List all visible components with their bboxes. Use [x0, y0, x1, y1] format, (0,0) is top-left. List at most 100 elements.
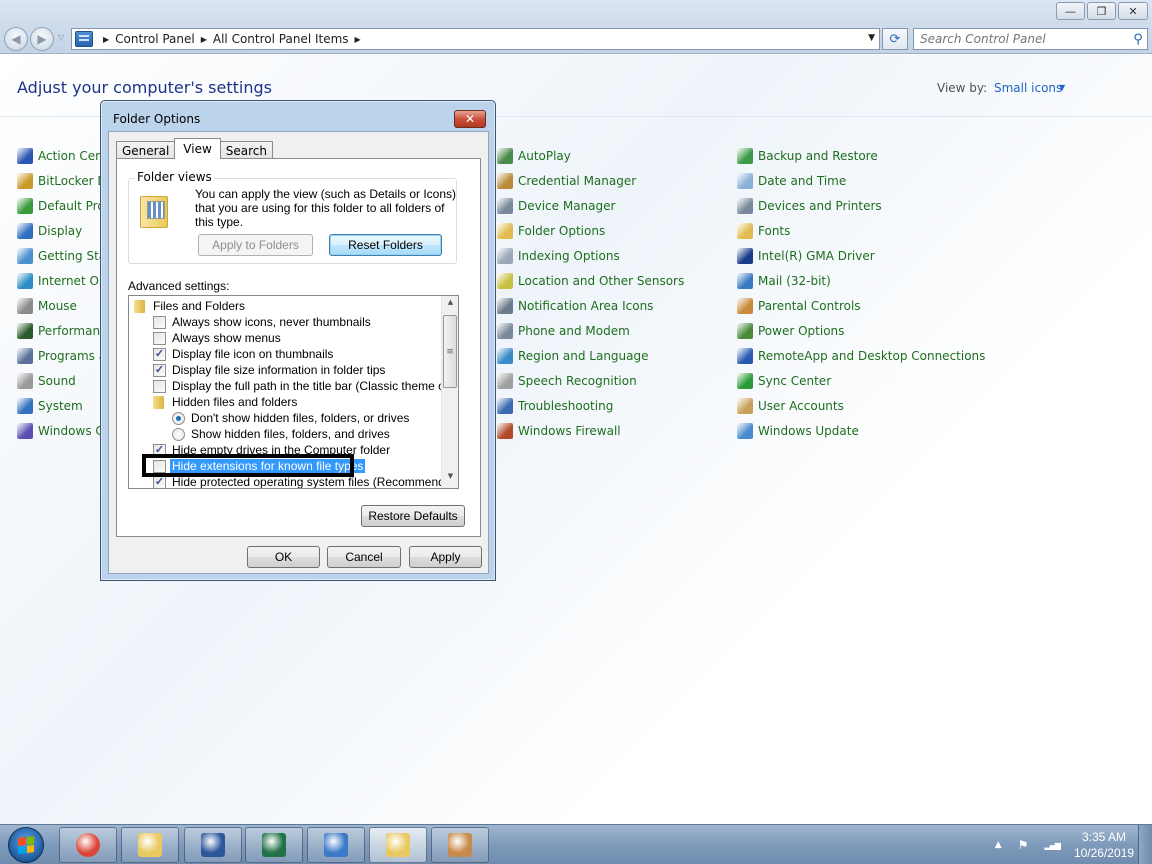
search-icon[interactable]: ⚲ — [1129, 32, 1147, 47]
checkbox-checked[interactable]: ✓ — [153, 475, 166, 488]
address-dropdown-icon[interactable]: ▼ — [868, 33, 875, 43]
checkbox-unchecked[interactable] — [153, 315, 166, 329]
breadcrumb-control-panel[interactable]: Control Panel — [115, 32, 195, 46]
checkbox-unchecked[interactable] — [153, 331, 166, 345]
apply-to-folders-button[interactable]: Apply to Folders — [198, 234, 313, 256]
checkbox-checked[interactable]: ✓ — [153, 363, 166, 377]
tree-item[interactable]: ✓ Display file icon on thumbnails — [153, 346, 333, 362]
taskbar-folder-options-button[interactable] — [369, 827, 427, 863]
recent-pages-button[interactable]: ▽ — [58, 33, 64, 42]
checkbox-unchecked[interactable] — [153, 459, 166, 473]
refresh-button[interactable]: ⟳ — [882, 28, 908, 50]
tree-item[interactable]: Show hidden files, folders, and drives — [172, 426, 390, 442]
control-panel-item[interactable]: Parental Controls — [737, 293, 985, 318]
tree-item[interactable]: Display the full path in the title bar (… — [153, 378, 458, 394]
breadcrumb-all-control-panel-items[interactable]: All Control Panel Items — [213, 32, 349, 46]
tab-search[interactable]: Search — [219, 141, 274, 159]
control-panel-item[interactable]: Troubleshooting — [497, 393, 684, 418]
breadcrumb-separator[interactable]: ▶ — [201, 35, 207, 44]
breadcrumb-separator[interactable]: ▶ — [103, 35, 109, 44]
tree-item[interactable]: ✓ Hide empty drives in the Computer folde… — [153, 442, 390, 458]
control-panel-item[interactable]: Region and Language — [497, 343, 684, 368]
control-panel-item[interactable]: Notification Area Icons — [497, 293, 684, 318]
taskbar-word-button[interactable] — [184, 827, 242, 863]
checkbox-unchecked[interactable] — [153, 379, 166, 393]
control-panel-item[interactable]: Devices and Printers — [737, 193, 985, 218]
control-panel-item[interactable]: Power Options — [737, 318, 985, 343]
control-panel-item[interactable]: Display — [17, 218, 100, 243]
control-panel-item[interactable]: Credential Manager — [497, 168, 684, 193]
ok-button[interactable]: OK — [247, 546, 320, 568]
tree-item[interactable]: ✓ Display file size information in folder… — [153, 362, 385, 378]
control-panel-item[interactable]: Default Programs — [17, 193, 100, 218]
radio-unselected[interactable] — [172, 427, 185, 441]
control-panel-item[interactable]: System — [17, 393, 100, 418]
checkbox-checked[interactable]: ✓ — [153, 347, 166, 361]
control-panel-item[interactable]: Phone and Modem — [497, 318, 684, 343]
vertical-scrollbar[interactable]: ▲ ≡ ▼ — [441, 296, 458, 488]
control-panel-item[interactable]: Indexing Options — [497, 243, 684, 268]
dialog-close-button[interactable]: ✕ — [454, 110, 486, 128]
taskbar-excel-button[interactable] — [245, 827, 303, 863]
scroll-up-icon[interactable]: ▲ — [442, 298, 458, 312]
control-panel-item[interactable]: Speech Recognition — [497, 368, 684, 393]
tree-item[interactable]: Don't show hidden files, folders, or dri… — [172, 410, 409, 426]
control-panel-item[interactable]: Intel(R) GMA Driver — [737, 243, 985, 268]
cancel-button[interactable]: Cancel — [327, 546, 401, 568]
checkbox-checked[interactable]: ✓ — [153, 443, 166, 457]
address-bar[interactable]: ▶ Control Panel ▶ All Control Panel Item… — [71, 28, 880, 50]
control-panel-item[interactable]: RemoteApp and Desktop Connections — [737, 343, 985, 368]
tab-view[interactable]: View — [174, 138, 221, 159]
tree-item[interactable]: Hide extensions for known file types — [153, 458, 366, 474]
chevron-down-icon[interactable]: ▼ — [1059, 83, 1065, 92]
control-panel-item[interactable]: Sound — [17, 368, 100, 393]
breadcrumb-separator[interactable]: ▶ — [355, 35, 361, 44]
control-panel-item[interactable]: Folder Options — [497, 218, 684, 243]
clock[interactable]: 3:35 AM 10/26/2019 — [1074, 829, 1134, 861]
control-panel-item[interactable]: Date and Time — [737, 168, 985, 193]
control-panel-item[interactable]: Programs and Features — [17, 343, 100, 368]
scroll-down-icon[interactable]: ▼ — [442, 472, 458, 486]
control-panel-item[interactable]: User Accounts — [737, 393, 985, 418]
control-panel-item[interactable]: Windows Update — [737, 418, 985, 443]
forward-button[interactable]: ▶ — [30, 27, 54, 51]
control-panel-item[interactable]: Getting Started — [17, 243, 100, 268]
network-signal-icon[interactable]: ▂▄▆ — [1044, 841, 1061, 850]
scrollbar-thumb[interactable]: ≡ — [443, 315, 457, 388]
control-panel-item[interactable]: Fonts — [737, 218, 985, 243]
view-by-dropdown[interactable]: Small icons — [994, 81, 1062, 95]
taskbar-windows-explorer-button[interactable] — [121, 827, 179, 863]
start-button[interactable] — [8, 827, 44, 863]
control-panel-item[interactable]: Windows Firewall — [497, 418, 684, 443]
reset-folders-button[interactable]: Reset Folders — [329, 234, 442, 256]
tree-item[interactable]: Always show menus — [153, 330, 281, 346]
control-panel-item[interactable]: Location and Other Sensors — [497, 268, 684, 293]
action-center-flag-icon[interactable]: ⚑ — [1018, 838, 1029, 852]
advanced-settings-tree[interactable]: Files and Folders Always show icons, neve… — [128, 295, 459, 489]
control-panel-item[interactable]: AutoPlay — [497, 143, 684, 168]
radio-selected[interactable] — [172, 411, 185, 425]
close-window-button[interactable]: ✕ — [1118, 2, 1148, 20]
back-button[interactable]: ◀ — [4, 27, 28, 51]
tree-item[interactable]: ✓ Hide protected operating system files (… — [153, 474, 458, 488]
taskbar-control-panel-button[interactable] — [307, 827, 365, 863]
control-panel-item[interactable]: Performance Information and Tools — [17, 318, 100, 343]
maximize-button[interactable]: ❐ — [1087, 2, 1116, 20]
control-panel-item[interactable]: Mouse — [17, 293, 100, 318]
control-panel-item[interactable]: Device Manager — [497, 193, 684, 218]
control-panel-item[interactable]: Mail (32-bit) — [737, 268, 985, 293]
taskbar-chrome-button[interactable] — [59, 827, 117, 863]
tab-general[interactable]: General — [116, 141, 176, 159]
search-input[interactable] — [914, 32, 1129, 46]
minimize-button[interactable]: — — [1056, 2, 1085, 20]
restore-defaults-button[interactable]: Restore Defaults — [361, 505, 465, 527]
search-box[interactable]: ⚲ — [913, 28, 1148, 50]
control-panel-item[interactable]: Action Center — [17, 143, 100, 168]
show-hidden-icons-icon[interactable]: ▲ — [995, 840, 1002, 850]
apply-button[interactable]: Apply — [409, 546, 482, 568]
taskbar-paint-button[interactable] — [431, 827, 489, 863]
show-desktop-button[interactable] — [1138, 825, 1152, 864]
control-panel-item[interactable]: Backup and Restore — [737, 143, 985, 168]
control-panel-item[interactable]: Sync Center — [737, 368, 985, 393]
control-panel-item[interactable]: Windows CardSpace — [17, 418, 100, 443]
